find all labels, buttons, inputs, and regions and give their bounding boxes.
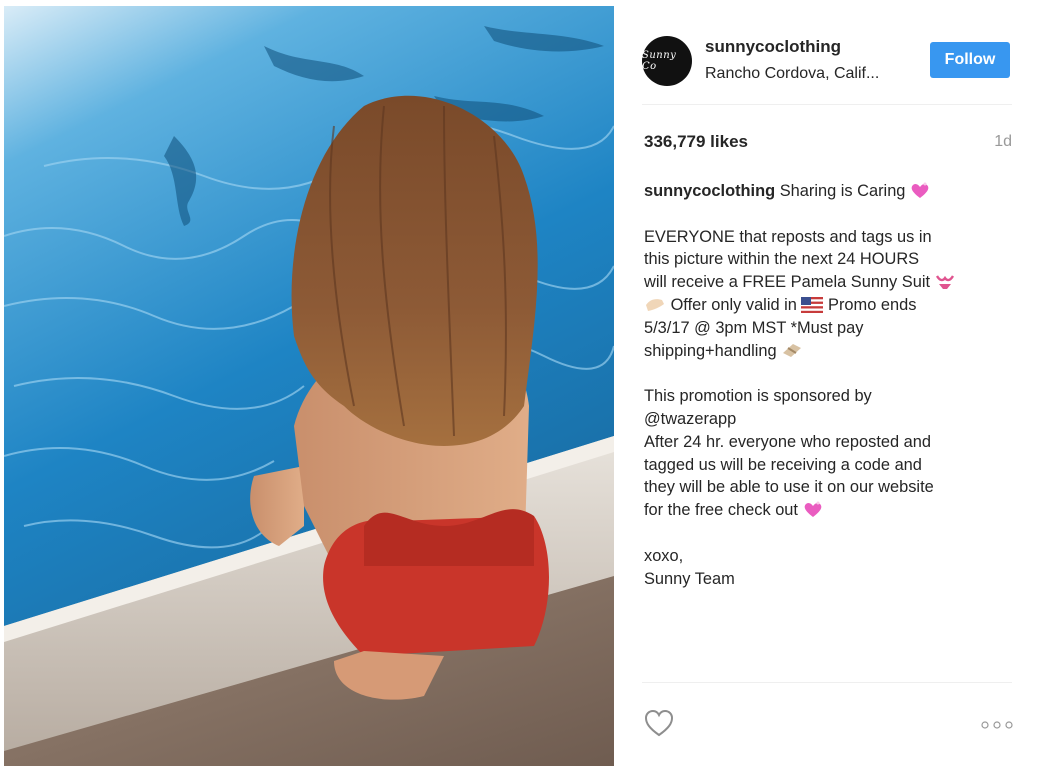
- caption-line: shipping+handling: [644, 341, 777, 360]
- username-link[interactable]: sunnycoclothing: [705, 37, 841, 57]
- caption-line: Sharing is Caring: [779, 182, 906, 200]
- caption-line: xoxo,: [644, 546, 684, 565]
- header-divider: [642, 104, 1012, 105]
- post-caption: sunnycoclothing Sharing is Caring EVERYO…: [644, 180, 1019, 590]
- caption-line: EVERYONE that reposts and tags us in: [644, 227, 932, 246]
- actions-divider: [642, 682, 1012, 683]
- bikini-icon: [935, 275, 954, 290]
- photo-illustration: [4, 6, 614, 766]
- caption-line: tagged us will be receiving a code and: [644, 455, 922, 474]
- package-icon: [783, 343, 802, 357]
- location-link[interactable]: Rancho Cordova, Calif...: [705, 65, 879, 83]
- caption-line: they will be able to use it on our websi…: [644, 478, 934, 497]
- caption-line: will receive a FREE Pamela Sunny Suit: [644, 273, 931, 292]
- sparkling-heart-icon: [911, 182, 929, 198]
- caption-line: Sunny Team: [644, 569, 735, 588]
- post-photo[interactable]: [4, 6, 614, 766]
- caption-line: 5/3/17 @ 3pm MST *Must pay: [644, 318, 864, 337]
- sparkling-heart-icon: [804, 501, 821, 518]
- caption-username-link[interactable]: sunnycoclothing: [644, 182, 775, 200]
- caption-line: This promotion is sponsored by: [644, 387, 872, 406]
- caption-line: Offer only valid in: [670, 295, 797, 314]
- caption-line: for the free check out: [644, 501, 798, 520]
- post-timestamp: 1d: [994, 133, 1012, 150]
- post-header: Sunny Co sunnycoclothing Rancho Cordova,…: [642, 32, 1012, 92]
- follow-button[interactable]: Follow: [930, 42, 1010, 78]
- caption-line: this picture within the next 24 HOURS: [644, 250, 920, 269]
- raised-hand-icon: [646, 299, 664, 311]
- us-flag-icon: [801, 296, 824, 313]
- avatar-text: Sunny Co: [642, 50, 677, 72]
- heart-outline-icon[interactable]: [644, 709, 674, 737]
- mention-link[interactable]: @twazerapp: [644, 408, 1019, 431]
- avatar[interactable]: Sunny Co: [642, 36, 692, 86]
- more-options-icon[interactable]: [980, 720, 1014, 730]
- caption-line: After 24 hr. everyone who reposted and: [644, 432, 932, 451]
- post-details-panel: Sunny Co sunnycoclothing Rancho Cordova,…: [614, 6, 1046, 766]
- caption-line: Promo ends: [828, 295, 917, 314]
- likes-count[interactable]: 336,779 likes: [644, 132, 748, 152]
